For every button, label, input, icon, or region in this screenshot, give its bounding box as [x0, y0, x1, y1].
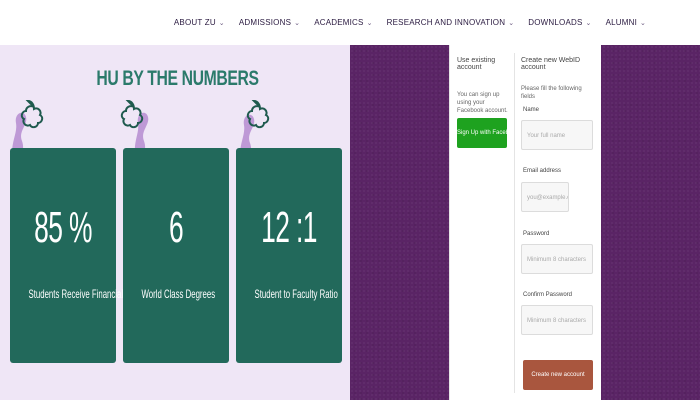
- stat-card-financial-support: 85 % Students Receive Financial Support: [10, 148, 153, 363]
- name-label: Name: [523, 107, 540, 113]
- stat-card-degrees: 6 World Class Degrees: [123, 148, 229, 363]
- password-label: Password: [523, 231, 550, 237]
- facebook-note: You can sign up using your Facebook acco…: [457, 92, 508, 114]
- nav-admissions-label: ADMISSIONS: [238, 18, 292, 27]
- nav-alumni-label: ALUMNI: [605, 18, 638, 27]
- stat-label: World Class Degrees: [141, 287, 216, 301]
- facebook-signup-button[interactable]: Sign Up with Facebook: [457, 118, 507, 148]
- stat-value: 85 %: [34, 203, 92, 252]
- stat-value: 6: [168, 203, 184, 252]
- chevron-down-icon: ⌄: [585, 19, 592, 27]
- create-account-button[interactable]: Create new account: [523, 360, 593, 390]
- password-field[interactable]: Minimum 8 characters: [521, 244, 593, 274]
- nav-admissions[interactable]: ADMISSIONS ⌄: [239, 18, 300, 27]
- email-label: Email address: [523, 168, 562, 174]
- nav-downloads[interactable]: DOWNLOADS ⌄: [528, 18, 591, 27]
- nav-alumni[interactable]: ALUMNI ⌄: [606, 18, 647, 27]
- required-fields-note: Please fill the following fields: [521, 86, 582, 100]
- stat-label: Students Receive Financial Support: [28, 287, 153, 301]
- nav-academics[interactable]: ACADEMICS ⌄: [314, 18, 372, 27]
- main-navigation: ABOUT ZU ⌄ ADMISSIONS ⌄ ACADEMICS ⌄ RESEARC…: [0, 0, 700, 45]
- chevron-down-icon: ⌄: [366, 19, 373, 27]
- chevron-down-icon: ⌄: [218, 19, 225, 27]
- nav-about[interactable]: ABOUT ZU ⌄: [174, 18, 225, 27]
- confirm-password-field[interactable]: Minimum 8 characters: [521, 305, 593, 335]
- signup-panel: Use existing account You can sign up usi…: [449, 45, 601, 400]
- chevron-down-icon: ⌄: [640, 19, 647, 27]
- stat-value: 12 :1: [261, 203, 317, 252]
- nav-academics-label: ACADEMICS: [314, 18, 364, 27]
- stats-title: HU BY THE NUMBERS: [96, 67, 259, 90]
- new-account-column: Create new WebID account Please fill the…: [521, 57, 597, 101]
- existing-account-heading: Use existing account: [457, 57, 496, 71]
- panel-divider: [514, 53, 515, 393]
- stat-label: Student to Faculty Ratio: [254, 287, 338, 301]
- new-account-heading: Create new WebID account: [521, 57, 581, 71]
- nav-research[interactable]: RESEARCH AND INNOVATION ⌄: [387, 18, 515, 27]
- nav-downloads-label: DOWNLOADS: [528, 18, 583, 27]
- name-field[interactable]: Your full name: [521, 120, 593, 150]
- stats-section: HU BY THE NUMBERS 85 % Students Receive …: [0, 45, 350, 400]
- chevron-down-icon: ⌄: [508, 19, 515, 27]
- existing-account-column: Use existing account You can sign up usi…: [457, 57, 511, 115]
- confirm-password-label: Confirm Password: [523, 292, 573, 298]
- nav-research-label: RESEARCH AND INNOVATION: [386, 18, 506, 27]
- chevron-down-icon: ⌄: [294, 19, 301, 27]
- email-field[interactable]: you@example.com: [521, 182, 569, 212]
- nav-about-label: ABOUT ZU: [173, 18, 216, 27]
- stat-card-ratio: 12 :1 Student to Faculty Ratio: [236, 148, 342, 363]
